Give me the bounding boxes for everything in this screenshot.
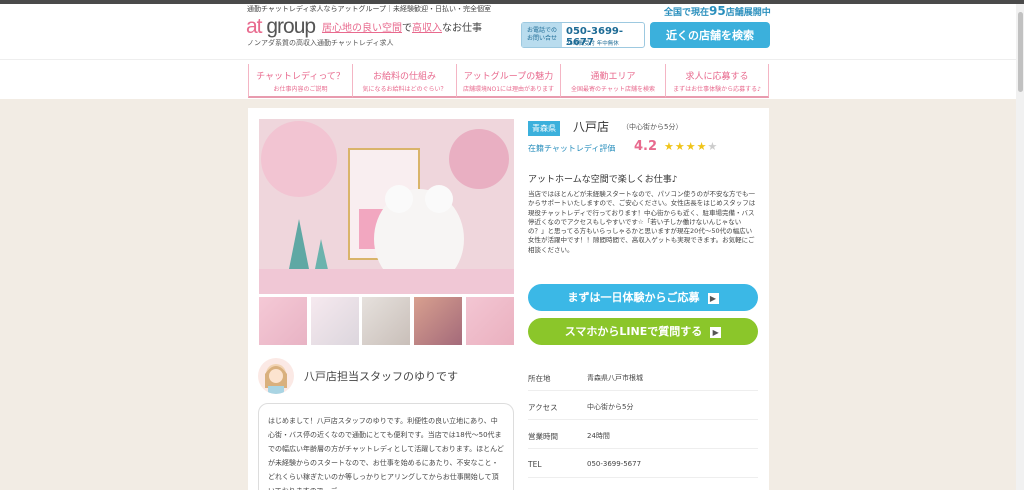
logo-group: group [266,15,316,38]
info-row-access: アクセス 中心街から5分 [528,391,758,420]
nav-title: アットグループの魅力 [463,72,554,82]
photo-thumb-1[interactable] [259,297,307,345]
nav-sub: まずはお仕事体験から応募する♪ [673,86,761,93]
photo-thumb-2[interactable] [311,297,359,345]
nearby-store-search-button[interactable]: 近くの店舗を検索 [650,22,770,48]
store-count-banner: 全国で現在95店舗展開中 [664,4,771,18]
nav-title: 求人に応募する [685,72,749,82]
nav-sub: 店舗環境NO1には理由があります [462,86,555,93]
nav-sub: お仕事内容のご説明 [273,86,328,93]
info-key: アクセス [528,403,558,412]
site-header [0,4,1016,59]
rating-stars: ★★★★★ [664,140,718,153]
stores-prefix: 全国で現在 [664,8,710,18]
stores-suffix: 店舗展開中 [725,8,771,18]
info-value: 青森県八戸市根城 [587,374,643,382]
info-key: 所在地 [528,374,551,383]
nav-title: お給料の仕組み [372,72,436,82]
nav-item-appeal[interactable]: アットグループの魅力 店舗環境NO1には理由があります [456,64,560,98]
scrollbar-thumb[interactable] [1018,12,1023,92]
photo-thumb-5[interactable] [466,297,514,345]
stores-count: 95 [709,4,726,18]
nav-sub: 全国最寄のチャット店舗を検索 [571,86,655,93]
trial-apply-button[interactable]: まずは一日体験からご応募 ▶ [528,284,758,311]
info-value[interactable]: 050-3699-5677 [587,460,641,468]
store-main-photo [259,119,514,294]
info-row-address: 所在地 青森県八戸市根城 [528,362,758,391]
arrow-right-icon: ▶ [707,292,719,304]
star-icon-filled: ★★★★ [664,140,708,153]
staff-title: 八戸店担当スタッフのゆりです [304,370,458,383]
rating-value: 4.2 [634,139,658,154]
catch-highlight: 高収入 [412,23,442,34]
nav-item-apply[interactable]: 求人に応募するまずはお仕事体験から応募する♪ [665,64,769,98]
logo-at: at [246,15,262,38]
phone-label: お電話での お問い合せ [522,23,562,47]
nav-item-salary[interactable]: お給料の仕組み気になるお給料はどのぐらい？ [352,64,456,98]
arrow-right-icon: ▶ [710,326,722,338]
prefecture-badge: 青森県 [528,121,560,136]
line-question-label: スマホからLINEで質問する [564,325,703,338]
info-key: 営業時間 [528,432,558,441]
page-scrollbar[interactable] [1016,4,1024,490]
line-question-button[interactable]: スマホからLINEで質問する ▶ [528,318,758,345]
header-tagline: 通勤チャットレディ求人ならアットグループ｜未経験歓迎・日払い・完全個室 [247,5,492,13]
trial-apply-label: まずは一日体験からご応募 [567,291,700,304]
staff-message: はじめまして！八戸店スタッフのゆりです。利便性の良い立地にあり、中心街・バス停の… [258,403,514,490]
main-nav: チャットレディって？ お仕事内容のご説明 お給料の仕組み気になるお給料はどのぐらい… [0,59,1016,99]
phone-contact[interactable]: お電話での お問い合せ 050-3699-5677 24時間受付 年中無休 [521,22,645,48]
photo-thumb-3[interactable] [362,297,410,345]
site-logo[interactable]: at group [246,15,316,39]
photo-thumb-4[interactable] [414,297,462,345]
nav-sub: 気になるお給料はどのぐらい？ [362,86,447,93]
store-distance: （中心街から5分） [622,123,683,131]
nav-item-area[interactable]: 通勤エリア全国最寄のチャット店舗を検索 [560,64,665,98]
phone-hours: 24時間受付 年中無休 [566,41,619,47]
store-info-table: 所在地 青森県八戸市根城 アクセス 中心街から5分 営業時間 24時間 TEL 050-… [528,362,758,478]
nav-title: 通勤エリア [590,72,636,82]
header-catchphrase: 居心地の良い空間で高収入なお仕事 [322,19,482,34]
nav-item-about[interactable]: チャットレディって？ お仕事内容のご説明 [248,64,352,98]
info-key: TEL [528,460,542,469]
star-icon-empty: ★ [707,140,719,153]
intro-title: アットホームな空間で楽しくお仕事♪ [528,175,678,185]
nav-title: チャットレディって？ [256,72,345,82]
info-row-tel: TEL 050-3699-5677 [528,449,758,478]
header-subline: ノンアダ系質の高収入通勤チャットレディ求人 [247,39,394,47]
info-row-hours: 営業時間 24時間 [528,420,758,449]
catch-suffix: なお仕事 [442,23,482,34]
rating-label: 在籍チャットレディ評価 [528,144,616,153]
staff-avatar [258,358,294,394]
intro-body: 当店ではほとんどが未経験スタートなので、パソコン使うのが不安な方でも一からサポー… [528,190,756,254]
catch-mid: で [402,23,412,34]
store-name: 八戸店 [573,120,610,134]
info-value: 24時間 [587,432,610,440]
catch-prefix: 居心地の良い空間 [322,23,402,34]
info-value: 中心街から5分 [587,403,634,411]
